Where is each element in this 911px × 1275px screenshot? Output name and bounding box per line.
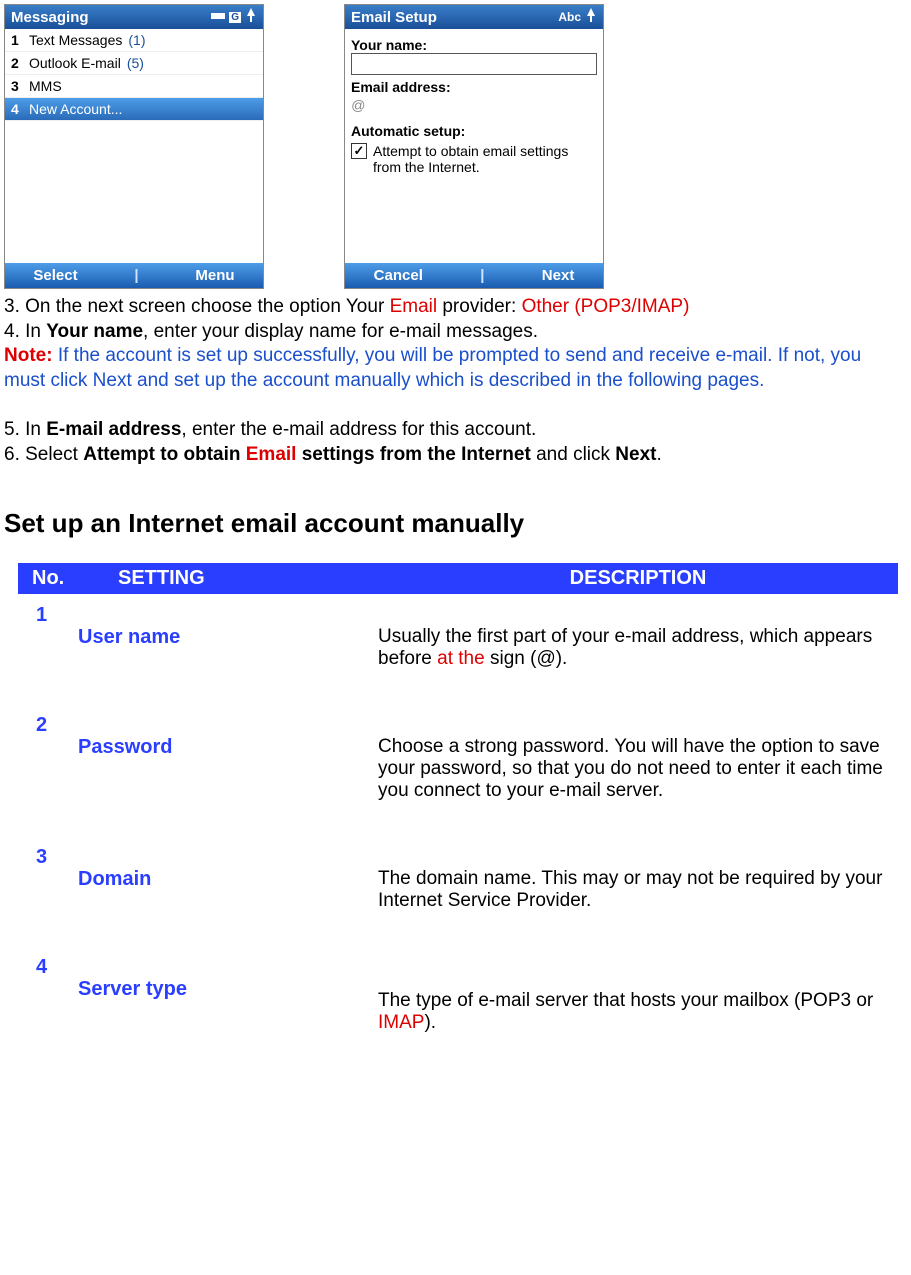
- email-titlebar: Email Setup Abc: [345, 5, 603, 29]
- softkey-select[interactable]: Select: [33, 267, 77, 284]
- row-no: 4: [18, 956, 78, 1034]
- row-setting: User name: [78, 604, 378, 670]
- softkey-menu[interactable]: Menu: [195, 267, 234, 284]
- row-setting: Password: [78, 714, 378, 802]
- g-icon: G: [229, 12, 241, 23]
- automatic-setup-label: Automatic setup:: [351, 123, 597, 139]
- softkey-separator: |: [480, 267, 484, 284]
- header-no: No.: [18, 567, 118, 590]
- step-4: 4. In Your name, enter your display name…: [4, 320, 907, 345]
- row-no: 1: [18, 604, 78, 670]
- item-num: 2: [11, 55, 23, 71]
- settings-table: No. SETTING DESCRIPTION 1 User name Usua…: [18, 563, 898, 1038]
- item-label: New Account...: [29, 101, 122, 117]
- status-icons: Abc: [558, 8, 597, 26]
- email-title: Email Setup: [351, 9, 437, 26]
- table-row: 2 Password Choose a strong password. You…: [18, 704, 898, 836]
- note-line: Note: If the account is set up successfu…: [4, 344, 907, 393]
- row-desc: The type of e-mail server that hosts you…: [378, 956, 898, 1034]
- step-5: 5. In E-mail address, enter the e-mail a…: [4, 418, 907, 443]
- table-header: No. SETTING DESCRIPTION: [18, 563, 898, 594]
- list-item[interactable]: 2 Outlook E-mail (5): [5, 52, 263, 75]
- item-label: Outlook E-mail: [29, 55, 121, 71]
- softkey-cancel[interactable]: Cancel: [374, 267, 423, 284]
- email-address-field[interactable]: @: [351, 95, 597, 119]
- email-form: Your name: Email address: @ Automatic se…: [345, 29, 603, 263]
- phone-email-setup: Email Setup Abc Your name: Email address…: [344, 4, 604, 289]
- auto-setup-checkbox-row[interactable]: ✓ Attempt to obtain email settings from …: [351, 143, 597, 175]
- list-item[interactable]: 3 MMS: [5, 75, 263, 98]
- email-softkeys: Cancel | Next: [345, 263, 603, 288]
- row-no: 3: [18, 846, 78, 912]
- signal-icon: [211, 9, 225, 26]
- auto-setup-checkbox-label: Attempt to obtain email settings from th…: [373, 143, 597, 175]
- item-count: (1): [128, 32, 145, 48]
- messaging-softkeys: Select | Menu: [5, 263, 263, 288]
- row-no: 2: [18, 714, 78, 802]
- softkey-separator: |: [134, 267, 138, 284]
- your-name-field[interactable]: [351, 53, 597, 75]
- row-desc: The domain name. This may or may not be …: [378, 846, 898, 912]
- antenna-icon: [585, 8, 597, 26]
- item-label: Text Messages: [29, 32, 122, 48]
- checkmark-icon[interactable]: ✓: [351, 143, 367, 159]
- header-desc: DESCRIPTION: [378, 567, 898, 590]
- phone-messaging: Messaging G 1 Text Messages (1) 2 Outloo…: [4, 4, 264, 289]
- step-6: 6. Select Attempt to obtain Email settin…: [4, 443, 907, 468]
- item-num: 4: [11, 101, 23, 117]
- table-row: 3 Domain The domain name. This may or ma…: [18, 836, 898, 946]
- status-icons: G: [211, 8, 257, 26]
- section-heading: Set up an Internet email account manuall…: [4, 508, 907, 539]
- table-row: 4 Server type The type of e-mail server …: [18, 946, 898, 1038]
- input-mode-label: Abc: [558, 10, 581, 24]
- row-setting: Server type: [78, 956, 378, 1034]
- table-row: 1 User name Usually the first part of yo…: [18, 594, 898, 704]
- email-address-label: Email address:: [351, 79, 597, 95]
- item-count: (5): [127, 55, 144, 71]
- softkey-next[interactable]: Next: [542, 267, 575, 284]
- header-setting: SETTING: [118, 567, 378, 590]
- phone-screenshots: Messaging G 1 Text Messages (1) 2 Outloo…: [4, 4, 907, 289]
- step-3: 3. On the next screen choose the option …: [4, 295, 907, 320]
- messaging-list: 1 Text Messages (1) 2 Outlook E-mail (5)…: [5, 29, 263, 263]
- item-num: 3: [11, 78, 23, 94]
- row-setting: Domain: [78, 846, 378, 912]
- row-desc: Choose a strong password. You will have …: [378, 714, 898, 802]
- row-desc: Usually the first part of your e-mail ad…: [378, 604, 898, 670]
- antenna-icon: [245, 8, 257, 26]
- messaging-titlebar: Messaging G: [5, 5, 263, 29]
- item-label: MMS: [29, 78, 62, 94]
- list-item[interactable]: 1 Text Messages (1): [5, 29, 263, 52]
- your-name-label: Your name:: [351, 37, 597, 53]
- list-item-selected[interactable]: 4 New Account...: [5, 98, 263, 121]
- messaging-title: Messaging: [11, 9, 89, 26]
- instruction-text: 3. On the next screen choose the option …: [4, 295, 907, 468]
- item-num: 1: [11, 32, 23, 48]
